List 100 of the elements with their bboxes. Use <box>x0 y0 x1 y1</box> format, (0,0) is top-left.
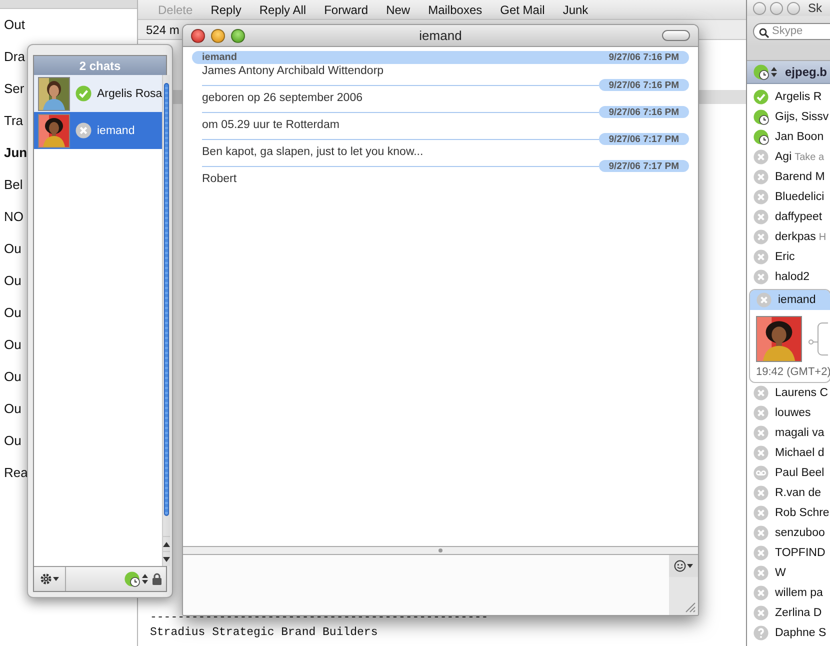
message-time: 9/27/06 7:16 PM <box>598 79 689 91</box>
mailbox-item[interactable]: Ou <box>4 273 22 289</box>
toolbar-button[interactable]: Reply All <box>259 3 306 19</box>
contact-item[interactable]: Zerlina D <box>747 603 830 623</box>
mailbox-item[interactable]: Ou <box>4 337 22 353</box>
message-text: om 05.29 uur te Rotterdam <box>201 118 340 133</box>
contact-item[interactable]: Barend M <box>747 167 830 187</box>
mailbox-item[interactable]: Ou <box>4 401 22 417</box>
up-down-arrows-icon <box>142 574 148 584</box>
scrollbar[interactable] <box>162 75 170 566</box>
clock-status-icon <box>124 571 140 587</box>
contact-item[interactable]: Eric <box>747 247 830 267</box>
contact-item[interactable]: Michael d <box>747 443 830 463</box>
cross-status-icon <box>753 249 769 265</box>
contact-item[interactable]: senzuboo <box>747 523 830 543</box>
toolbar-button[interactable]: Junk <box>562 3 588 19</box>
contact-item[interactable]: Bluedelici <box>747 187 830 207</box>
account-name: ejpeg.b <box>785 65 828 79</box>
toolbar-button[interactable]: Mailboxes <box>428 3 482 19</box>
clock-status-icon <box>753 129 769 145</box>
contact-name: halod2 <box>775 271 810 283</box>
scrollbar-thumb[interactable] <box>164 83 170 516</box>
clock-status-icon <box>753 109 769 125</box>
contact-item[interactable]: Daphne S <box>747 623 830 643</box>
contact-name: R.van de <box>775 487 822 499</box>
toolbar-button[interactable]: Forward <box>324 3 368 19</box>
contact-item[interactable]: Laurens C <box>747 383 830 403</box>
cross-status-icon <box>753 525 769 541</box>
mailbox-item[interactable]: Ou <box>4 369 22 385</box>
contact-name: Zerlina D <box>775 607 822 619</box>
cross-status-icon <box>75 122 92 139</box>
message-body-line: ------------------------------------------------- <box>150 610 490 625</box>
mood-message: Take a <box>794 152 824 162</box>
chat-name: Argelis Rosa <box>97 88 162 100</box>
mailbox-item[interactable]: Ou <box>4 305 22 321</box>
contact-item[interactable]: louwes <box>747 403 830 423</box>
emoticon-button[interactable] <box>669 555 698 577</box>
contact-item[interactable]: TOPFIND <box>747 543 830 563</box>
contact-item[interactable]: halod2 <box>747 267 830 287</box>
contact-item[interactable]: Agi Take a <box>747 147 830 167</box>
contact-item[interactable]: Paul Beel <box>747 463 830 483</box>
chat-list-item[interactable]: Argelis Rosa <box>34 75 162 112</box>
minimize-button[interactable] <box>770 2 783 14</box>
contact-name: willem pa <box>775 587 823 599</box>
cross-status-icon <box>753 585 769 601</box>
message-time: 9/27/06 7:16 PM <box>598 106 689 118</box>
contact-item[interactable]: iemand <box>750 290 830 310</box>
mailbox-item[interactable]: Bel <box>4 177 23 193</box>
mailbox-item[interactable]: NO <box>4 209 24 225</box>
cross-status-icon <box>753 445 769 461</box>
chat-list-item[interactable]: iemand <box>34 112 162 149</box>
contact-item[interactable]: daffypeet <box>747 207 830 227</box>
cross-status-icon <box>753 405 769 421</box>
contact-item[interactable]: magali va <box>747 423 830 443</box>
contact-item[interactable]: W <box>747 563 830 583</box>
message-input[interactable] <box>183 555 669 615</box>
contact-item[interactable]: Rob Schre <box>747 503 830 523</box>
splitter-handle-icon[interactable] <box>438 548 443 553</box>
search-field[interactable]: Skype <box>753 22 830 40</box>
toolbar-button[interactable]: Get Mail <box>500 3 545 19</box>
contact-item[interactable]: derkpas H <box>747 227 830 247</box>
zoom-button[interactable] <box>787 2 800 14</box>
contact-name: TOPFIND <box>775 547 826 559</box>
contact-item[interactable]: Argelis R <box>747 87 830 107</box>
mailbox-item[interactable]: Out <box>4 17 25 33</box>
mailbox-item[interactable]: Dra <box>4 49 25 65</box>
tape-status-icon <box>753 465 769 481</box>
contact-name: Rob Schre <box>775 507 830 519</box>
zoom-button[interactable] <box>231 28 245 42</box>
mailbox-item[interactable]: Rea <box>4 465 28 481</box>
settings-icon <box>40 573 52 585</box>
contact-item[interactable]: Gijs, Sissv <box>747 107 830 127</box>
mailbox-item[interactable]: Ou <box>4 241 22 257</box>
contact-item[interactable]: willem pa <box>747 583 830 603</box>
mailbox-item[interactable]: Jun <box>4 145 28 161</box>
contact-name: senzuboo <box>775 527 825 539</box>
toolbar-button[interactable]: Reply <box>210 3 242 19</box>
contact-name: derkpas <box>775 231 816 243</box>
mailbox-item[interactable]: Ou <box>4 433 22 449</box>
mailbox-item[interactable]: Ser <box>4 81 24 97</box>
close-button[interactable] <box>191 28 205 42</box>
contact-name: Barend M <box>775 171 825 183</box>
resize-grip-icon[interactable] <box>685 602 696 613</box>
toolbar-button[interactable]: New <box>386 3 410 19</box>
cross-status-icon <box>753 169 769 185</box>
contact-name: Daphne S <box>775 627 826 639</box>
contact-name: Laurens C <box>775 387 828 399</box>
smiley-icon <box>674 560 686 572</box>
contact-item[interactable]: Jan Boon <box>747 127 830 147</box>
toolbar-toggle-button[interactable] <box>662 30 690 41</box>
lock-icon <box>152 573 162 585</box>
search-icon <box>759 28 769 38</box>
chat-name: iemand <box>97 124 135 136</box>
cross-status-icon <box>753 269 769 285</box>
chats-title: 2 chats <box>79 58 121 72</box>
question-status-icon <box>753 625 769 641</box>
minimize-button[interactable] <box>211 28 225 42</box>
mailbox-item[interactable]: Tra <box>4 113 24 129</box>
contact-item[interactable]: R.van de <box>747 483 830 503</box>
contact-name: Gijs, Sissv <box>775 111 829 123</box>
